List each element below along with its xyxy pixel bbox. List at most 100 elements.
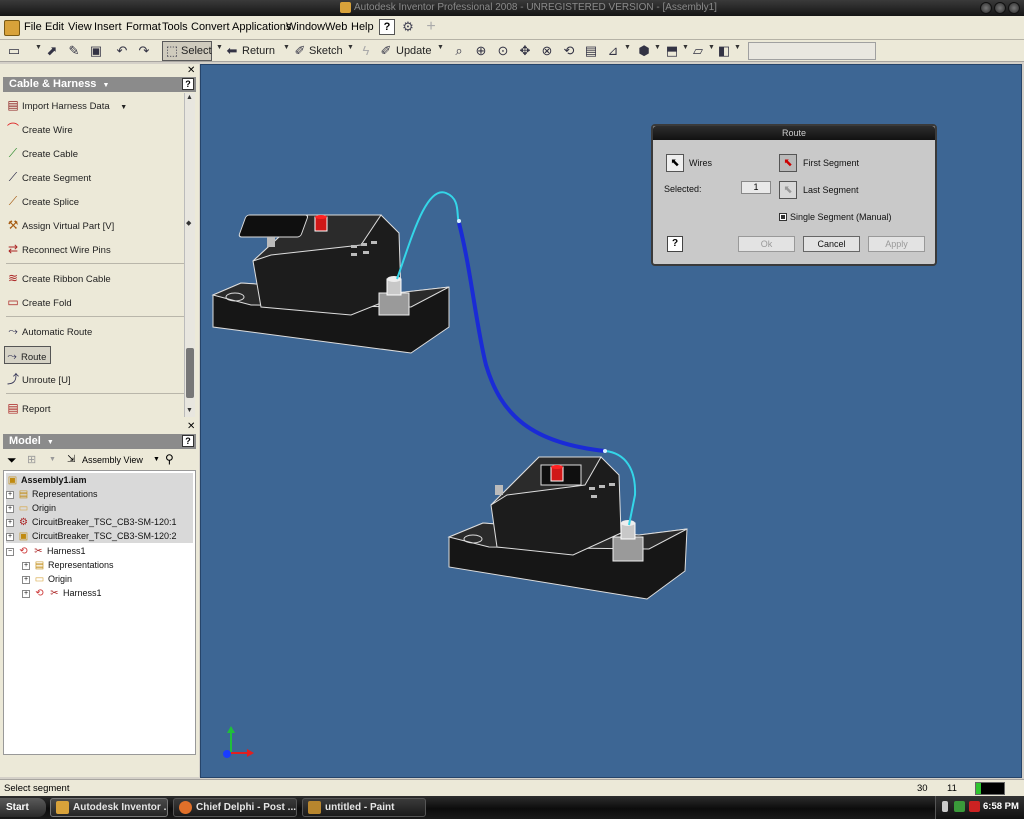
update-dropdown-icon[interactable]: ▼: [437, 44, 444, 51]
task-paint[interactable]: untitled - Paint: [302, 798, 426, 817]
pan-icon[interactable]: ✥: [517, 43, 533, 59]
display-mode-icon[interactable]: ⬢: [636, 43, 652, 59]
menu-file[interactable]: File: [24, 21, 42, 33]
circuit-breaker-1[interactable]: [211, 214, 450, 354]
tree-item-circuit-breaker-1[interactable]: + ⚙ CircuitBreaker_TSC_CB3-SM-120:1: [6, 515, 193, 529]
tree-item-harness[interactable]: − ⟲ ✂ Harness1: [6, 544, 193, 558]
task-firefox[interactable]: Chief Delphi - Post ...: [173, 798, 297, 817]
measure-icon[interactable]: ⊿: [605, 43, 621, 59]
expand-icon[interactable]: +: [6, 490, 14, 499]
project-icon[interactable]: ✎: [66, 43, 82, 59]
security-shield-icon[interactable]: [969, 801, 980, 812]
model-panel-close-icon[interactable]: ✕: [187, 421, 195, 432]
expand-icon[interactable]: +: [6, 532, 14, 541]
find-binoculars-icon[interactable]: ⚲: [165, 452, 174, 466]
cmd-create-splice[interactable]: ⟋ Create Splice: [6, 192, 79, 210]
cmd-unroute[interactable]: ⤴ Unroute [U]: [6, 370, 71, 388]
update-button[interactable]: Update: [396, 42, 431, 60]
rotate-icon[interactable]: ⟲: [561, 43, 577, 59]
cmd-create-segment[interactable]: ⟋ Create Segment: [6, 168, 91, 186]
filter-icon[interactable]: ⏷: [7, 453, 17, 468]
cmd-assign-virtual-part[interactable]: ⚒ Assign Virtual Part [V]: [6, 216, 115, 234]
menu-edit[interactable]: Edit: [45, 21, 64, 33]
extensions-icon[interactable]: ⚙: [400, 19, 416, 35]
tree-item-assembly[interactable]: ▣ Assembly1.iam: [6, 473, 193, 487]
expand-icon[interactable]: +: [6, 518, 14, 527]
cancel-button[interactable]: Cancel: [803, 236, 860, 252]
panel-header[interactable]: Cable & Harness ▼ ?: [3, 77, 196, 92]
circuit-breaker-2[interactable]: [447, 456, 688, 600]
dialog-help-icon[interactable]: ?: [667, 236, 683, 252]
zoom-all-icon[interactable]: ⌕: [451, 43, 467, 59]
camera-icon[interactable]: ⬒: [664, 43, 680, 59]
zoom-icon[interactable]: ⊙: [495, 43, 511, 59]
assembly-view-selector[interactable]: Assembly View: [82, 455, 143, 465]
harness-panel-scrollbar[interactable]: ▲ ◆ ▼: [184, 93, 195, 417]
camera-dropdown-icon[interactable]: ▼: [682, 44, 689, 51]
ok-button[interactable]: Ok: [738, 236, 795, 252]
look-at-icon[interactable]: ▤: [583, 43, 599, 59]
expand-icon[interactable]: +: [22, 561, 30, 570]
single-segment-checkbox[interactable]: [779, 213, 787, 221]
task-inventor[interactable]: Autodesk Inventor ...: [50, 798, 168, 817]
hierarchy-dropdown-icon[interactable]: ▼: [49, 456, 56, 463]
model-help-icon[interactable]: ?: [182, 435, 194, 447]
section-view-icon[interactable]: ◧: [716, 43, 732, 59]
minimize-button[interactable]: [980, 2, 992, 14]
select-dropdown-icon[interactable]: ▼: [216, 44, 223, 51]
tree-item-representations[interactable]: + ▤ Representations: [6, 487, 193, 501]
hierarchy-icon[interactable]: ⊞: [27, 453, 36, 466]
tree-item-harness-origin[interactable]: + ▭ Origin: [22, 572, 72, 586]
maximize-button[interactable]: [994, 2, 1006, 14]
return-button[interactable]: Return: [242, 42, 275, 60]
return-dropdown-icon[interactable]: ▼: [283, 44, 290, 51]
scroll-down-icon[interactable]: ▼: [186, 407, 193, 414]
cmd-report[interactable]: ▤ Report: [6, 399, 50, 417]
last-segment-select-button[interactable]: ⬉: [779, 181, 797, 199]
menu-insert[interactable]: Insert: [94, 21, 122, 33]
menu-format[interactable]: Format: [126, 21, 161, 33]
scroll-up-icon[interactable]: ▲: [186, 94, 193, 101]
cmd-import-harness-data[interactable]: ▤ Import Harness Data ▼: [6, 96, 127, 114]
new-dropdown-arrow-icon[interactable]: ▼: [35, 44, 42, 51]
save-icon[interactable]: ▣: [88, 43, 104, 59]
panel-help-icon[interactable]: ?: [182, 78, 194, 90]
open-file-icon[interactable]: ⬈: [44, 43, 60, 59]
display-mode-dropdown-icon[interactable]: ▼: [654, 44, 661, 51]
tree-item-harness-sub[interactable]: + ⟲ ✂ Harness1: [22, 586, 102, 600]
tree-item-circuit-breaker-2[interactable]: + ▣ CircuitBreaker_TSC_CB3-SM-120:2: [6, 529, 193, 543]
ground-shadow-icon[interactable]: ▱: [690, 43, 706, 59]
menu-convert[interactable]: Convert: [191, 21, 230, 33]
expand-icon[interactable]: +: [22, 575, 30, 584]
wires-select-button[interactable]: ⬉: [666, 154, 684, 172]
cmd-create-ribbon-cable[interactable]: ≋ Create Ribbon Cable: [6, 269, 111, 287]
menu-help[interactable]: Help: [351, 21, 374, 33]
measure-dropdown-icon[interactable]: ▼: [624, 44, 631, 51]
apply-button[interactable]: Apply: [868, 236, 925, 252]
tray-arrow-icon[interactable]: [942, 801, 948, 812]
menu-view[interactable]: View: [68, 21, 92, 33]
color-style-combo[interactable]: [748, 42, 876, 60]
zoom-selected-icon[interactable]: ⊗: [539, 43, 555, 59]
sketch-dropdown-icon[interactable]: ▼: [347, 44, 354, 51]
first-segment-select-button[interactable]: ⬉: [779, 154, 797, 172]
cmd-create-cable[interactable]: ⟋ Create Cable: [6, 144, 78, 162]
menu-web[interactable]: Web: [325, 21, 347, 33]
view-dropdown-icon[interactable]: ▼: [153, 456, 160, 463]
shadow-dropdown-icon[interactable]: ▼: [708, 44, 715, 51]
close-button[interactable]: [1008, 2, 1020, 14]
menu-tools[interactable]: Tools: [162, 21, 188, 33]
tree-item-harness-representations[interactable]: + ▤ Representations: [22, 558, 114, 572]
network-icon[interactable]: [954, 801, 965, 812]
start-button[interactable]: Start: [0, 798, 46, 817]
cmd-route[interactable]: ⤳ Route: [4, 346, 52, 364]
document-menu-icon[interactable]: [4, 20, 20, 36]
cmd-create-wire[interactable]: ⌒ Create Wire: [6, 120, 73, 138]
undo-icon[interactable]: ↶: [114, 43, 130, 59]
model-panel-header[interactable]: Model ▼ ?: [3, 434, 196, 449]
scroll-thumb[interactable]: [186, 348, 194, 398]
collapse-icon[interactable]: −: [6, 547, 14, 556]
whats-this-help-icon[interactable]: ?: [379, 19, 395, 35]
menu-applications[interactable]: Applications: [232, 21, 291, 33]
zoom-window-icon[interactable]: ⊕: [473, 43, 489, 59]
